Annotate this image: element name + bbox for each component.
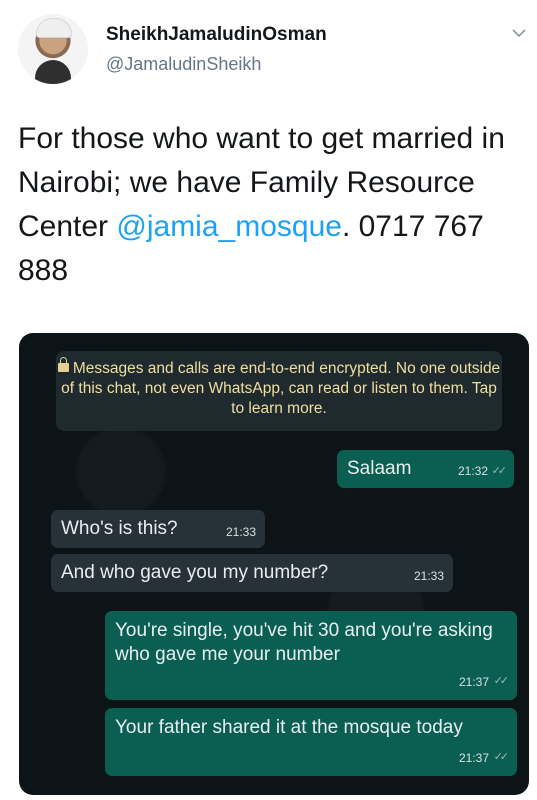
double-check-icon: ✓✓	[491, 465, 508, 477]
message-time: 21:32	[457, 464, 488, 478]
message-text: Who's is this?	[61, 518, 178, 539]
avatar[interactable]	[18, 14, 88, 84]
message-bubble-incoming: And who gave you my number? 21:33	[51, 554, 453, 592]
mention-link[interactable]: @jamia_mosque	[116, 210, 342, 243]
message-time: 21:37	[458, 675, 489, 689]
encryption-notice[interactable]: Messages and calls are end-to-end encryp…	[56, 351, 502, 431]
message-text: Salaam	[347, 458, 412, 479]
message-text: You're single, you've hit 30 and you're …	[115, 620, 493, 665]
display-name[interactable]: SheikhJamaludinOsman	[106, 24, 327, 46]
chevron-down-icon[interactable]	[510, 24, 528, 42]
message-bubble-incoming: Who's is this? 21:33	[51, 510, 265, 548]
whatsapp-screenshot: Messages and calls are end-to-end encryp…	[19, 333, 529, 795]
message-text: And who gave you my number?	[61, 562, 329, 583]
message-time: 21:37	[458, 751, 489, 765]
encryption-notice-text: Messages and calls are end-to-end encryp…	[61, 360, 501, 417]
tweet-header: SheikhJamaludinOsman @JamaludinSheikh	[18, 14, 528, 84]
double-check-icon: ✓✓	[493, 751, 510, 763]
message-bubble-outgoing: You're single, you've hit 30 and you're …	[105, 611, 517, 700]
message-time: 21:33	[413, 569, 444, 583]
user-handle[interactable]: @JamaludinSheikh	[106, 54, 261, 75]
lock-icon	[57, 357, 69, 372]
message-text: Your father shared it at the mosque toda…	[115, 717, 463, 738]
message-time: 21:33	[225, 525, 256, 539]
message-bubble-outgoing: Salaam 21:32 ✓✓	[337, 450, 514, 488]
message-bubble-outgoing: Your father shared it at the mosque toda…	[105, 708, 517, 776]
double-check-icon: ✓✓	[493, 675, 510, 687]
tweet-text: For those who want to get married in Nai…	[18, 117, 518, 293]
